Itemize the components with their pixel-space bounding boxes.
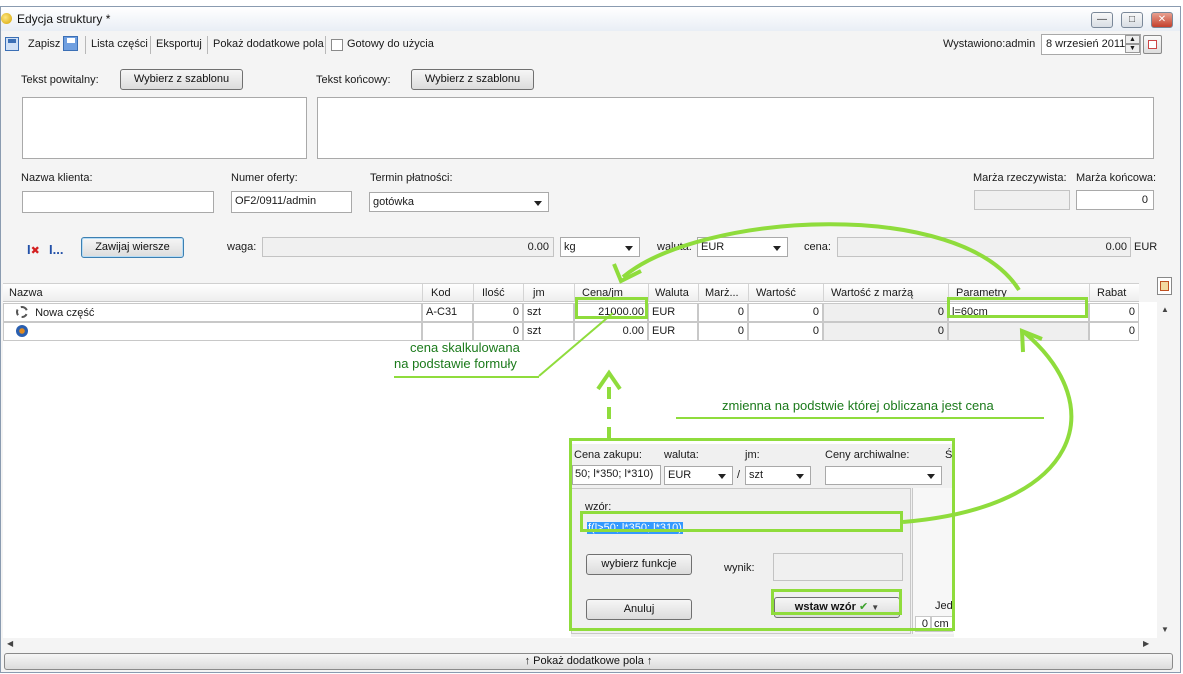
main-window: Edycja struktury * — □ ✕ Zapisz Lista cz…	[0, 6, 1181, 673]
curved-arrow-right	[902, 331, 1074, 524]
annotation-arrows	[538, 222, 1074, 524]
annotation-pointer-line	[538, 312, 614, 377]
dashed-arrow-head	[596, 369, 622, 391]
curved-arrow-top	[621, 222, 1021, 292]
